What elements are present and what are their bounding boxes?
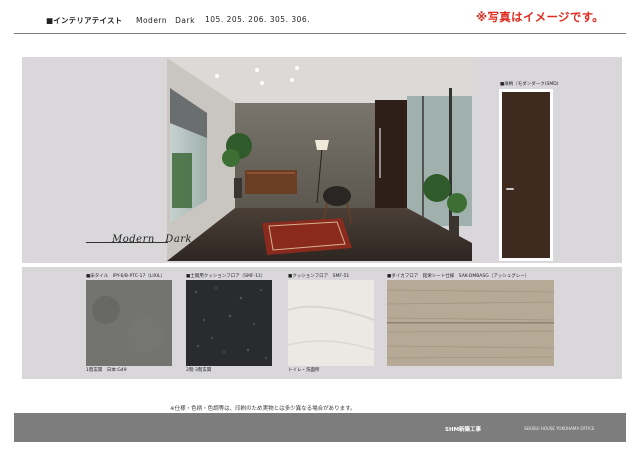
door-sample <box>502 92 550 258</box>
swatch-flooring <box>387 280 554 366</box>
header-divider <box>14 33 626 34</box>
swatch-label-cushion-earth: ■土間用クッションフロア（SMF-11） <box>186 274 266 279</box>
room-photo <box>167 58 472 261</box>
swatch-label-flooring: ■ダイカフロア 銘栄シート仕様 SAK-DMBASG（アッシュグレー） <box>387 274 530 279</box>
section-title: ■インテリアテイスト <box>46 16 123 25</box>
footer-project-name: SHM新築工事 <box>445 427 482 433</box>
swatch-label-cushion-floor: ■クッションフロア SMF-51 <box>288 274 350 279</box>
swatch-cushion-earth <box>186 280 272 366</box>
caption-underline <box>86 242 168 243</box>
swatch-caption-cushion-earth: 2階-3階玄関 <box>186 368 212 373</box>
style-name: Modern Dark <box>136 16 195 25</box>
door-handle-icon <box>506 188 514 190</box>
unit-numbers: 105. 205. 206. 305. 306. <box>205 15 311 24</box>
swatch-label-floor-tile: ■床タイル IPY-6/B-PTC-17（LIXIL） <box>86 274 166 279</box>
image-disclaimer: ※写真はイメージです。 <box>476 10 605 24</box>
swatch-caption-cushion-floor: トイレ・洗面所 <box>288 368 320 373</box>
swatch-floor-tile <box>86 280 172 366</box>
swatch-cushion-floor <box>288 280 374 366</box>
swatch-caption-floor-tile: 1階玄関 日本:G49 <box>86 368 127 373</box>
footer-company: SEKISUI HOUSE YOKOHAMA OFFICE <box>524 426 595 431</box>
footer-disclaimer: ※仕様・色柄・色調等は、印刷のため実物とは多少異なる場合があります。 <box>170 406 356 412</box>
door-label: ■扉柄（モダンダーク(SMD) <box>500 82 559 87</box>
